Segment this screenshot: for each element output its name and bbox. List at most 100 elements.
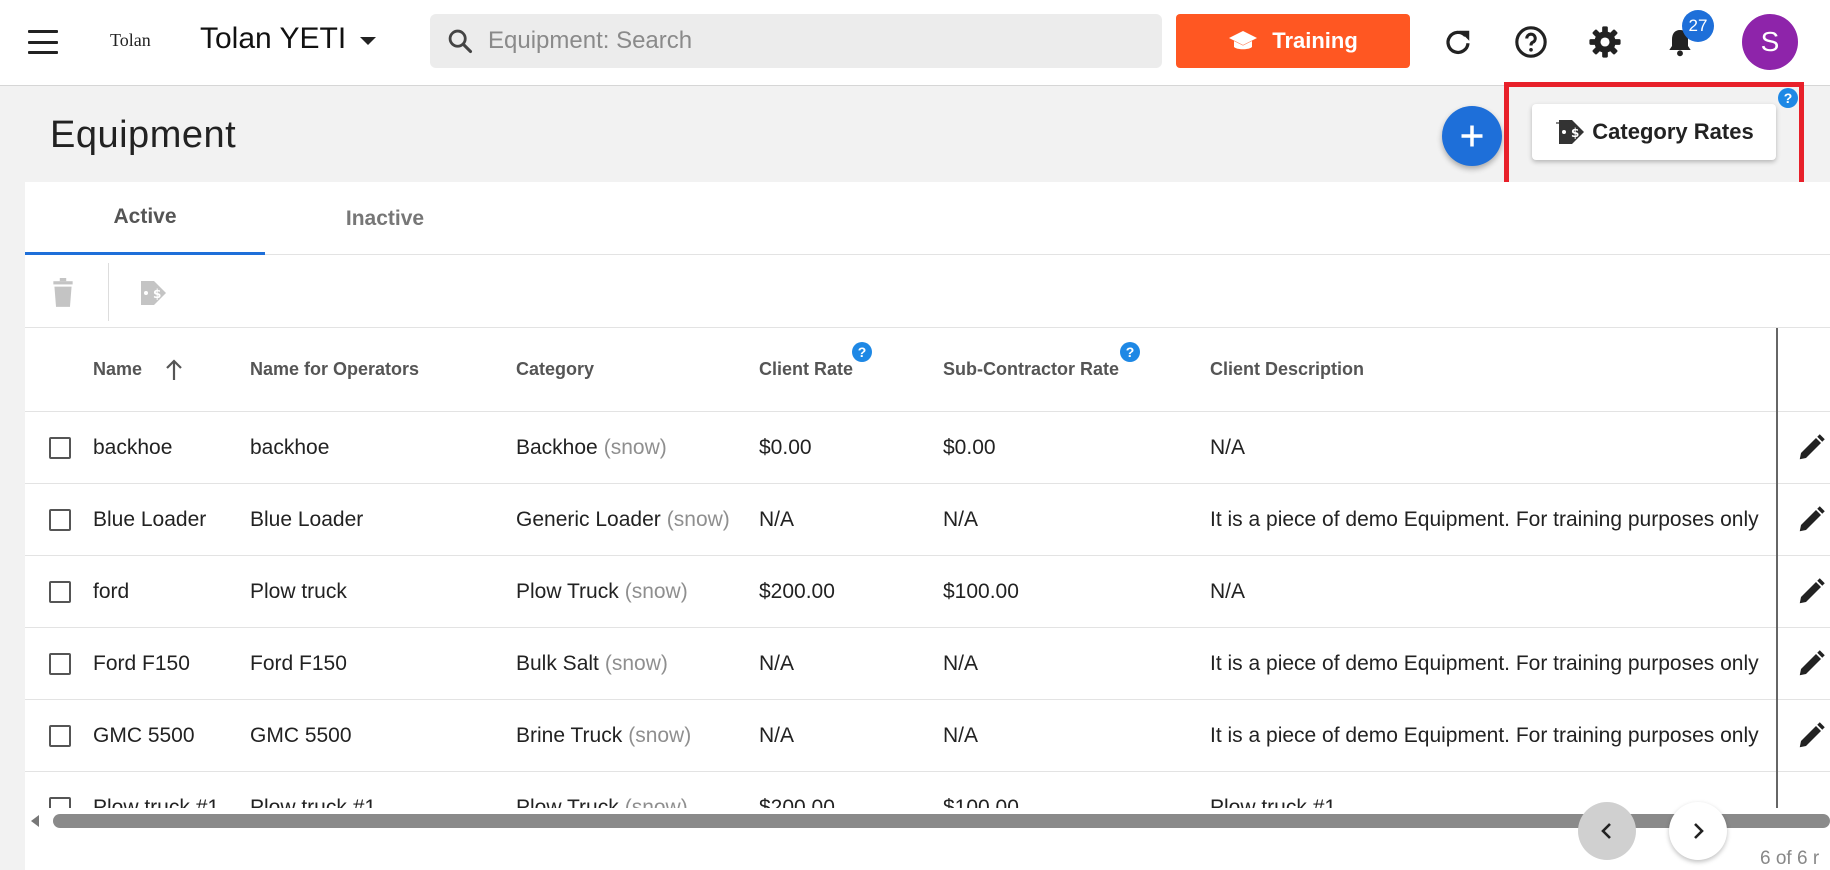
plus-icon (1461, 125, 1483, 147)
cell-name: backhoe (93, 435, 173, 459)
pagination-info: 6 of 6 r (1760, 848, 1820, 869)
training-button[interactable]: Training (1176, 14, 1410, 68)
help-icon[interactable] (1511, 22, 1551, 62)
column-header-sub-contractor-rate[interactable]: Sub-Contractor Rate (943, 328, 1119, 411)
table-row[interactable]: Plow truck #1 Plow truck #1 Plow Truck (sno… (25, 772, 1830, 808)
cell-category: Bulk Salt (snow) (516, 628, 668, 699)
column-header-name[interactable]: Name (93, 328, 184, 411)
category-season: (snow) (604, 651, 668, 675)
cell-category: Backhoe (snow) (516, 412, 667, 483)
cell-name: Plow truck #1 (93, 795, 220, 809)
refresh-icon[interactable] (1438, 22, 1478, 62)
table-toolbar: $ (25, 255, 1830, 328)
cell-operator-name: Blue Loader (250, 507, 364, 531)
cell-sub-contractor-rate: N/A (943, 723, 979, 747)
category-name: Bulk Salt (516, 651, 599, 675)
category-season: (snow) (624, 795, 688, 809)
toolbar-divider (108, 263, 109, 321)
company-name: Tolan YETI (200, 22, 347, 55)
equipment-card: Active Inactive $ Name Name for Operator… (25, 182, 1830, 870)
prev-page-button[interactable] (1578, 802, 1636, 860)
sub-contractor-rate-help-icon[interactable]: ? (1120, 342, 1140, 362)
cell-category: Plow Truck (snow) (516, 556, 688, 627)
menu-icon[interactable] (28, 30, 58, 54)
row-checkbox-cell (49, 556, 71, 627)
pencil-icon[interactable] (1791, 716, 1830, 756)
row-checkbox[interactable] (49, 652, 71, 675)
cell-category: Plow Truck (snow) (516, 772, 688, 809)
cell-operator-name: GMC 5500 (250, 723, 352, 747)
search-input[interactable] (488, 27, 1128, 55)
row-checkbox-cell (49, 412, 71, 483)
svg-text:$: $ (1571, 126, 1579, 140)
cell-name: ford (93, 579, 130, 603)
category-season: (snow) (624, 579, 688, 603)
column-header-client-description[interactable]: Client Description (1210, 328, 1364, 411)
cell-category: Generic Loader (snow) (516, 484, 730, 555)
table-row[interactable]: GMC 5500 GMC 5500 Brine Truck (snow) N/A N/A I… (25, 700, 1830, 772)
category-rates-button[interactable]: $ Category Rates (1532, 104, 1776, 160)
table-row[interactable]: backhoe backhoe Backhoe (snow) $0.00 $0.00 N/A (25, 412, 1830, 484)
category-season: (snow) (666, 507, 730, 531)
add-equipment-button[interactable] (1442, 106, 1502, 166)
equipment-table: Name Name for Operators Category Client … (25, 328, 1830, 808)
client-rate-help-icon[interactable]: ? (852, 342, 872, 362)
cell-client-rate: $200.00 (759, 579, 835, 603)
trash-icon[interactable] (43, 273, 83, 313)
column-header-client-rate[interactable]: Client Rate (759, 328, 853, 411)
table-row[interactable]: Ford F150 Ford F150 Bulk Salt (snow) N/A N/A I… (25, 628, 1830, 700)
category-name: Plow Truck (516, 795, 619, 809)
scroll-thumb[interactable] (53, 814, 1830, 828)
chevron-left-icon (1601, 823, 1611, 839)
column-header-operator-name[interactable]: Name for Operators (250, 328, 419, 411)
table-row[interactable]: ford Plow truck Plow Truck (snow) $200.00 $10… (25, 556, 1830, 628)
cell-client-rate: N/A (759, 651, 795, 675)
row-checkbox[interactable] (49, 580, 71, 603)
training-label: Training (1272, 28, 1358, 53)
cell-sub-contractor-rate: $0.00 (943, 435, 996, 459)
row-checkbox-cell (49, 772, 71, 808)
category-rates-label: Category Rates (1592, 119, 1754, 144)
cell-client-rate: $0.00 (759, 435, 812, 459)
tab-active[interactable]: Active (25, 182, 265, 255)
pencil-icon[interactable] (1791, 428, 1830, 468)
cell-operator-name: backhoe (250, 435, 330, 459)
row-checkbox[interactable] (49, 724, 71, 747)
row-checkbox[interactable] (49, 436, 71, 459)
horizontal-scrollbar[interactable] (25, 808, 1830, 834)
category-name: Generic Loader (516, 507, 661, 531)
tab-bar: Active Inactive (25, 182, 1830, 255)
notification-badge: 27 (1682, 10, 1714, 42)
table-row[interactable]: Blue Loader Blue Loader Generic Loader (sno… (25, 484, 1830, 556)
price-tag-icon[interactable]: $ (133, 273, 173, 313)
column-header-category[interactable]: Category (516, 328, 594, 411)
cell-sub-contractor-rate: $100.00 (943, 795, 1019, 809)
cell-client-rate: N/A (759, 507, 795, 531)
cell-operator-name: Plow truck #1 (250, 795, 377, 809)
category-season: (snow) (603, 435, 667, 459)
cell-name: Blue Loader (93, 507, 207, 531)
row-checkbox[interactable] (49, 796, 71, 808)
tab-inactive[interactable]: Inactive (265, 182, 505, 255)
cell-name: Ford F150 (93, 651, 190, 675)
avatar[interactable]: S (1742, 14, 1798, 70)
cell-sub-contractor-rate: N/A (943, 651, 979, 675)
category-name: Brine Truck (516, 723, 623, 747)
chevron-right-icon (1694, 823, 1704, 839)
cell-operator-name: Ford F150 (250, 651, 347, 675)
cell-client-rate: $200.00 (759, 795, 835, 809)
next-page-button[interactable] (1669, 802, 1727, 860)
pencil-icon[interactable] (1791, 572, 1830, 612)
gear-icon[interactable] (1585, 22, 1625, 62)
pencil-icon[interactable] (1791, 644, 1830, 684)
column-divider (1776, 328, 1778, 810)
scroll-left-arrow[interactable] (31, 815, 39, 827)
company-selector[interactable]: Tolan YETI (200, 22, 377, 56)
category-rates-help-icon[interactable]: ? (1778, 88, 1798, 108)
search-bar[interactable] (430, 14, 1162, 68)
cell-client-description: It is a piece of demo Equipment. For tra… (1210, 651, 1759, 675)
pencil-icon[interactable] (1791, 500, 1830, 540)
row-checkbox[interactable] (49, 508, 71, 531)
graduation-cap-icon (1229, 31, 1258, 50)
category-name: Backhoe (516, 435, 598, 459)
